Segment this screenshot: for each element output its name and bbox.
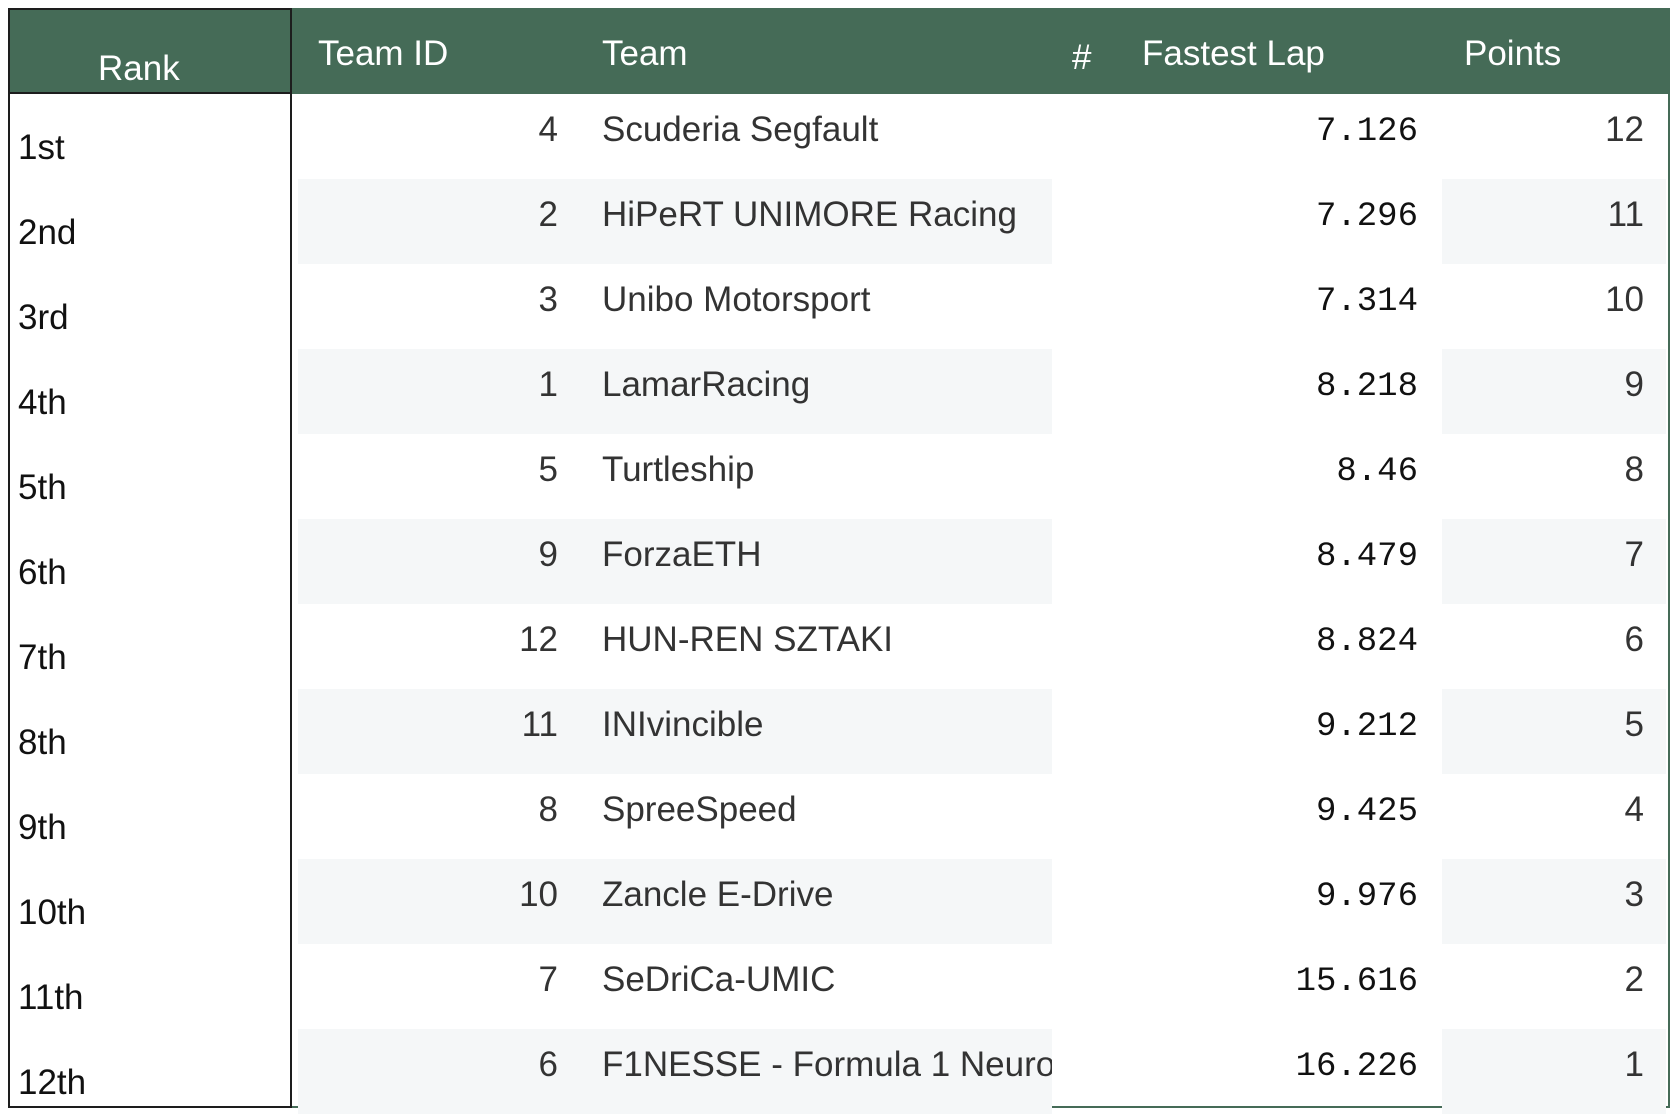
- results-table: Rank Team ID Team # Fastest Lap Points 1…: [8, 8, 1670, 1114]
- fastest-lap-cell: 8.824: [1315, 623, 1418, 661]
- points-cell: 9: [1624, 365, 1644, 404]
- points-cell: 10: [1605, 280, 1644, 319]
- team-id-cell: 12: [519, 620, 558, 659]
- points-cell: 12: [1605, 110, 1644, 149]
- team-name-cell: F1NESSE - Formula 1 Neuro: [602, 1045, 1052, 1084]
- header-points: Points: [1464, 34, 1562, 73]
- points-cell: 11: [1607, 195, 1644, 234]
- points-cell: 3: [1624, 875, 1644, 914]
- team-id-cell: 2: [538, 195, 558, 234]
- team-name-cell: Turtleship: [602, 450, 755, 489]
- team-id-cell: 10: [519, 875, 558, 914]
- rank-cell: 3rd: [18, 298, 69, 337]
- rank-cell: 5th: [18, 468, 67, 507]
- fastest-lap-cell: 8.46: [1336, 453, 1418, 491]
- team-name-cell: HUN-REN SZTAKI: [602, 620, 894, 659]
- team-name-cell: ForzaETH: [602, 535, 762, 574]
- points-cell: 8: [1624, 450, 1644, 489]
- team-name-cell: Unibo Motorsport: [602, 280, 871, 319]
- team-name-cell: INIvincible: [602, 705, 764, 744]
- rank-cell: 10th: [18, 893, 87, 932]
- rank-cell: 6th: [18, 553, 67, 592]
- team-id-cell: 3: [538, 280, 558, 319]
- header-team-id: Team ID: [318, 34, 449, 73]
- fastest-lap-cell: 16.226: [1295, 1048, 1418, 1086]
- fastest-lap-cell: 15.616: [1295, 963, 1418, 1001]
- team-name-cell: LamarRacing: [602, 365, 811, 404]
- fastest-lap-cell: 7.314: [1315, 283, 1418, 321]
- team-id-cell: 11: [521, 705, 558, 744]
- fastest-lap-cell: 7.296: [1315, 198, 1418, 236]
- points-cell: 6: [1624, 620, 1644, 659]
- team-name-cell: Zancle E-Drive: [602, 875, 834, 914]
- header-hash: #: [1072, 38, 1092, 77]
- header-team: Team: [602, 34, 688, 73]
- rank-cell: 1st: [18, 128, 65, 167]
- rank-cell: 7th: [18, 638, 67, 677]
- team-name-cell: SpreeSpeed: [602, 790, 797, 829]
- team-id-cell: 4: [538, 110, 558, 149]
- points-cell: 5: [1624, 705, 1644, 744]
- fastest-lap-cell: 9.425: [1315, 793, 1418, 831]
- rank-cell: 9th: [18, 808, 67, 847]
- fastest-lap-cell: 7.126: [1315, 113, 1418, 151]
- team-id-cell: 1: [538, 365, 558, 404]
- team-id-cell: 6: [538, 1045, 558, 1084]
- team-name-cell: SeDriCa-UMIC: [602, 960, 836, 999]
- rank-cell: 2nd: [18, 213, 77, 252]
- rank-cell: 11th: [18, 978, 84, 1017]
- team-name-cell: Scuderia Segfault: [602, 110, 879, 149]
- points-cell: 7: [1624, 535, 1644, 574]
- team-id-cell: 9: [538, 535, 558, 574]
- table-right-border: [1668, 8, 1670, 1108]
- rank-cell: 8th: [18, 723, 67, 762]
- fastest-lap-cell: 8.218: [1315, 368, 1418, 406]
- rank-cell: 4th: [18, 383, 67, 422]
- rank-cell: 12th: [18, 1063, 87, 1102]
- points-cell: 2: [1624, 960, 1644, 999]
- points-cell: 4: [1624, 790, 1644, 829]
- fastest-lap-cell: 9.976: [1315, 878, 1418, 916]
- team-id-cell: 7: [538, 960, 558, 999]
- header-fastest-lap: Fastest Lap: [1142, 34, 1325, 73]
- team-id-cell: 8: [538, 790, 558, 829]
- header-divider: [292, 92, 1670, 94]
- points-cell: 1: [1624, 1045, 1644, 1084]
- team-name-cell: HiPeRT UNIMORE Racing: [602, 195, 1017, 234]
- team-id-cell: 5: [538, 450, 558, 489]
- fastest-lap-cell: 8.479: [1315, 538, 1418, 576]
- header-rank: Rank: [98, 49, 180, 88]
- fastest-lap-cell: 9.212: [1315, 708, 1418, 746]
